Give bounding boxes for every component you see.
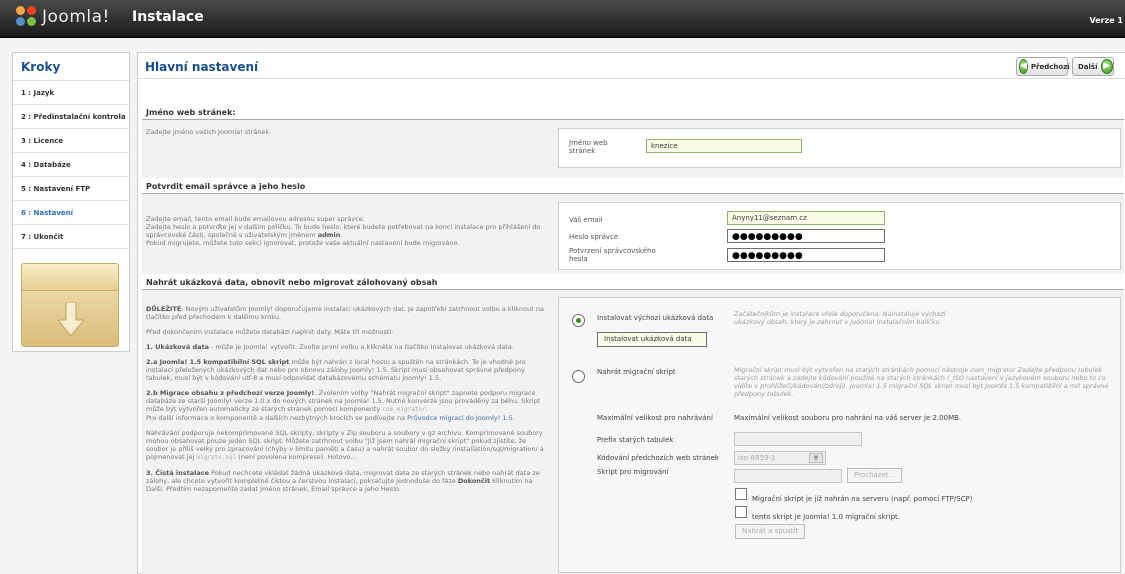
sample-data-help: DŮLEŽITÉ: Novým uživatelům Joomly! dopor… bbox=[146, 305, 544, 493]
site-name-label: Jméno web stránek bbox=[569, 139, 608, 155]
joomla-logo-icon bbox=[16, 6, 38, 28]
step-finish: 7 : Ukončit bbox=[13, 225, 129, 249]
main-header: Hlavní nastavení ◀ Předchozí Další ▶ bbox=[138, 53, 1125, 79]
step-license: 3 : Licence bbox=[13, 129, 129, 153]
install-sample-button[interactable]: Instalovat ukázková data bbox=[597, 332, 707, 347]
confirm-password-input[interactable]: ●●●●●●●●● bbox=[727, 248, 885, 262]
page-title: Hlavní nastavení bbox=[145, 60, 259, 74]
upload-migration-desc: Migrační skript musí být vytvořen na sta… bbox=[734, 366, 1109, 398]
joomla-logo: Joomla! bbox=[16, 6, 110, 28]
step-configuration: 6 : Nastavení bbox=[13, 201, 129, 225]
app-title: Instalace bbox=[132, 9, 204, 25]
logo-text: Joomla! bbox=[42, 7, 110, 27]
install-sample-radio[interactable] bbox=[572, 314, 585, 327]
site-name-section-title: Jméno web stránek: bbox=[146, 108, 236, 117]
max-upload-value: Maximální velikost souboru pro nahrání n… bbox=[734, 414, 962, 422]
site-name-help: Zadejte jméno vašich Joomla! stránek. bbox=[146, 128, 272, 136]
steps-sidebar: Kroky 1 : Jazyk 2 : Předinstalační kontr… bbox=[12, 52, 130, 352]
max-upload-label: Maximální velikost pro nahrávání bbox=[597, 414, 713, 422]
previous-button[interactable]: ◀ Předchozí bbox=[1016, 57, 1070, 76]
step-language: 1 : Jazyk bbox=[13, 81, 129, 105]
upload-run-button[interactable]: Nahrát a spustit bbox=[735, 524, 806, 539]
password-input[interactable]: ●●●●●●●●● bbox=[727, 229, 885, 243]
sample-data-options: Instalovat výchozí ukázková data Začáteč… bbox=[558, 297, 1121, 573]
arrow-left-icon: ◀ bbox=[1019, 59, 1028, 74]
sidebar-title: Kroky bbox=[13, 53, 129, 81]
encoding-select[interactable]: iso-8859-1 ▼ bbox=[734, 451, 826, 465]
email-label: Váš email bbox=[569, 216, 603, 224]
site-name-form: Jméno web stránek knezice bbox=[558, 128, 1121, 168]
prefix-label: Prefix starých tabulek bbox=[597, 436, 674, 444]
prefix-input[interactable] bbox=[734, 432, 862, 446]
admin-help: Zadejte email, tento email bude emailovo… bbox=[146, 215, 541, 247]
sample-data-section-title: Nahrát ukázková data, obnovit nebo migro… bbox=[146, 278, 438, 287]
version-label: Verze 1 bbox=[1089, 16, 1123, 25]
down-arrow-icon bbox=[58, 302, 84, 336]
main-panel: Hlavní nastavení ◀ Předchozí Další ▶ Jmé… bbox=[137, 52, 1125, 574]
arrow-right-icon: ▶ bbox=[1100, 59, 1113, 74]
site-name-input[interactable]: knezice bbox=[646, 139, 802, 153]
admin-section-title: Potvrdit email správce a jeho heslo bbox=[146, 182, 306, 191]
next-button[interactable]: Další ▶ bbox=[1072, 57, 1114, 76]
step-preinstall-check: 2 : Předinstalační kontrola bbox=[13, 105, 129, 129]
upload-migration-label: Nahrát migrační skript bbox=[597, 368, 676, 376]
upload-migration-radio[interactable] bbox=[572, 370, 585, 383]
email-input[interactable]: Anyny11@seznam.cz bbox=[727, 211, 885, 225]
install-sample-label: Instalovat výchozí ukázková data bbox=[597, 314, 714, 322]
migration-guide-link[interactable]: Průvodce migrací do Joomly! 1.5. bbox=[407, 414, 515, 422]
joomla10-checkbox[interactable] bbox=[735, 506, 747, 518]
script-file-input[interactable] bbox=[734, 469, 842, 483]
script-label: Skript pro migrování bbox=[597, 468, 669, 476]
joomla10-label: tento skript je Joomla! 1.0 migrační skr… bbox=[752, 513, 900, 521]
confirm-password-label: Potvrzení správcovského hesla bbox=[569, 247, 656, 263]
already-uploaded-label: Migrační skript je již nahrán na serveru… bbox=[752, 495, 973, 503]
encoding-label: Kódování předchozích web stránek bbox=[597, 454, 719, 462]
already-uploaded-checkbox[interactable] bbox=[735, 488, 747, 500]
password-label: Heslo správce bbox=[569, 233, 619, 241]
browse-button[interactable]: Procházet... bbox=[847, 468, 903, 483]
previous-button-label: Předchozí bbox=[1030, 62, 1070, 71]
install-sample-desc: Začátečníkům je instalace vřele doporuče… bbox=[734, 310, 946, 326]
top-bar: Joomla! Instalace Verze 1 bbox=[0, 0, 1125, 38]
next-button-label: Další bbox=[1078, 62, 1098, 71]
step-database: 4 : Databáze bbox=[13, 153, 129, 177]
install-box-icon bbox=[21, 263, 119, 347]
admin-form: Váš email Anyny11@seznam.cz Heslo správc… bbox=[558, 202, 1121, 270]
step-ftp: 5 : Nastavení FTP bbox=[13, 177, 129, 201]
chevron-down-icon: ▼ bbox=[809, 453, 823, 463]
